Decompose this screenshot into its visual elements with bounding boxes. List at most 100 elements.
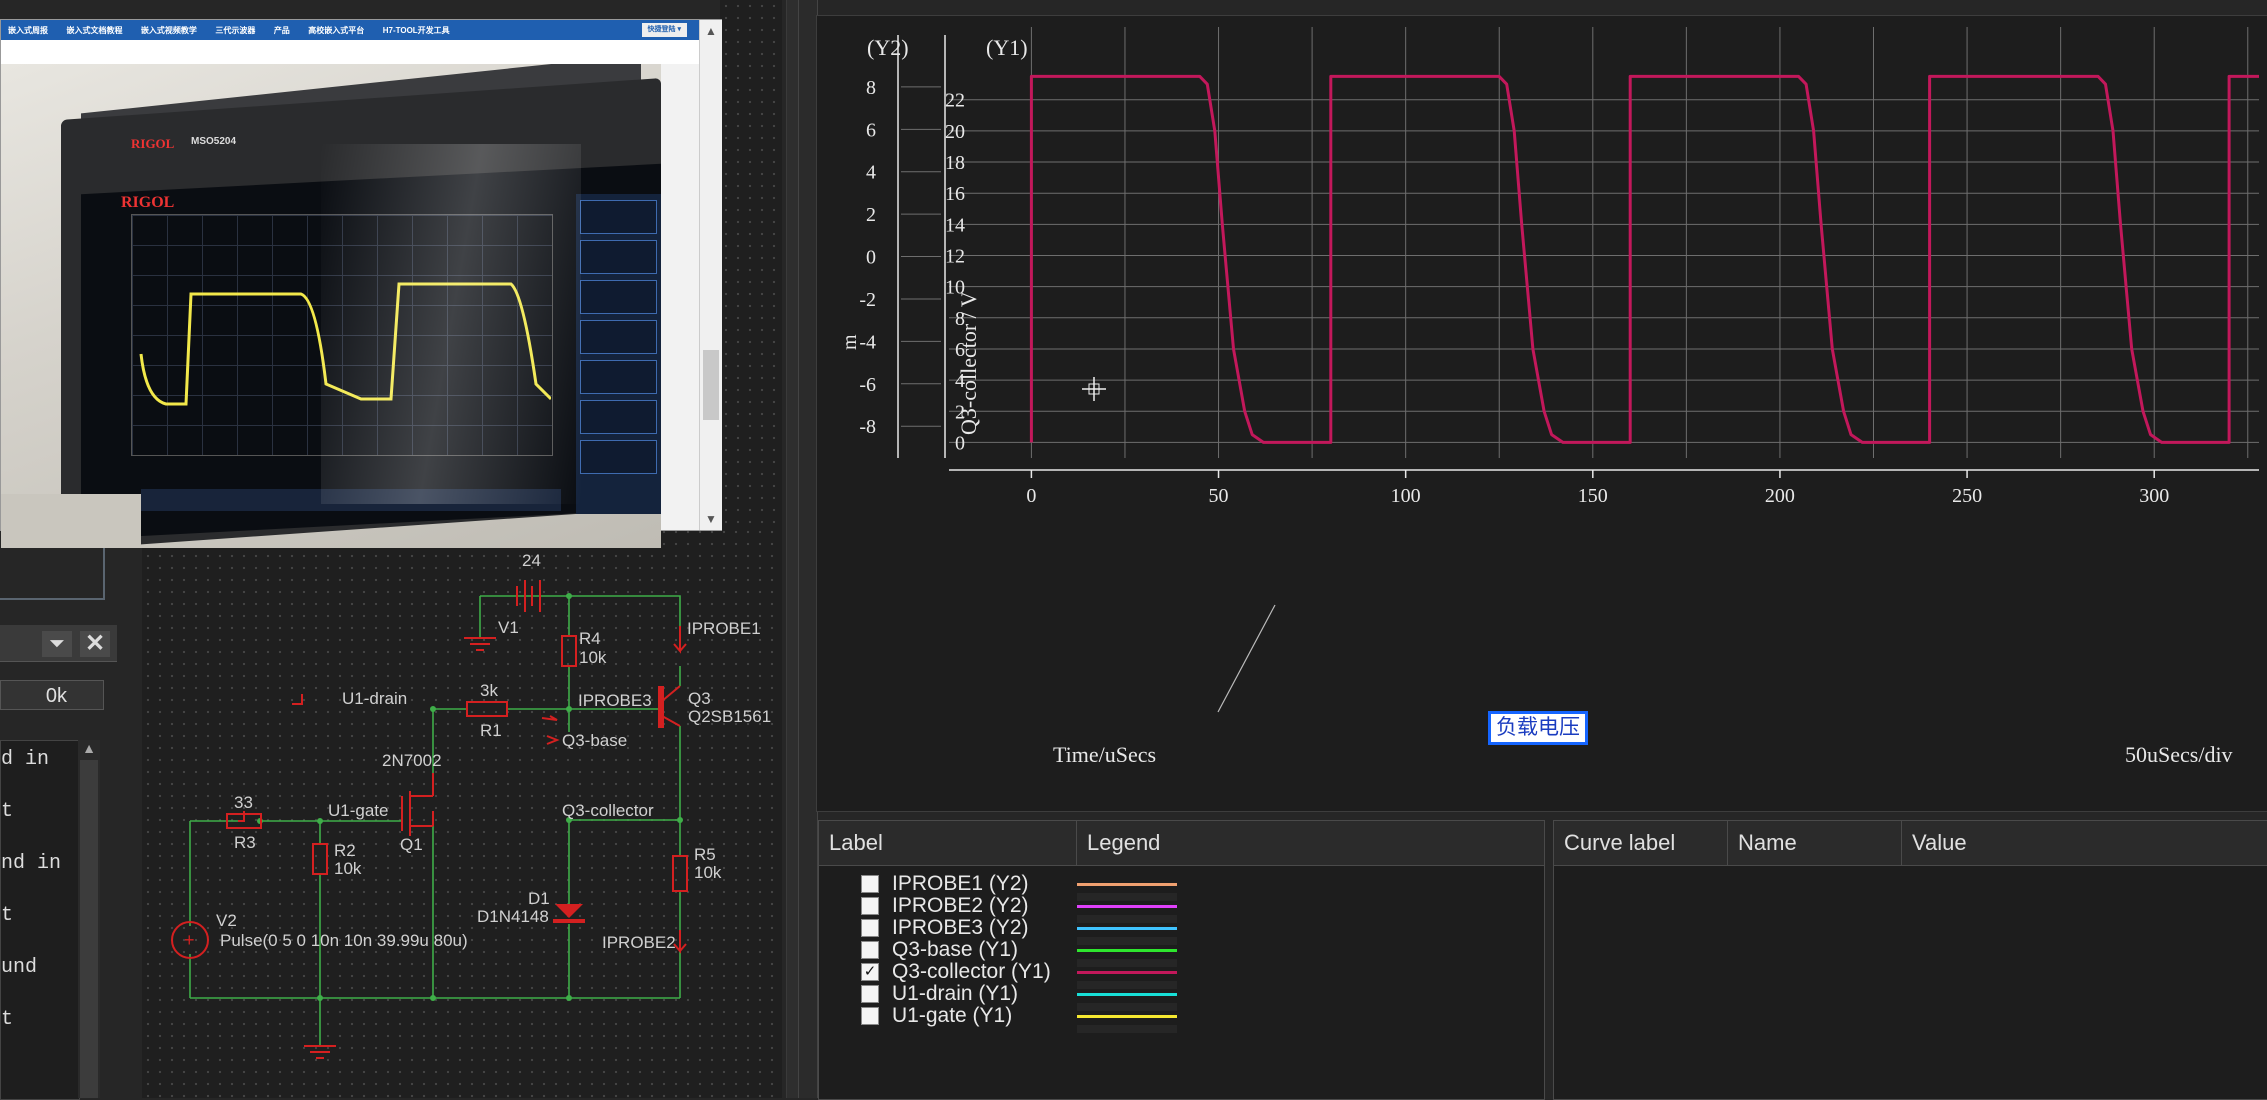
nav-item[interactable]: 产品	[267, 21, 297, 41]
side-text-list[interactable]: nd in rt and in rt ound s rt	[0, 740, 80, 1100]
r3-label: R3	[234, 833, 256, 852]
r1-label: R1	[480, 721, 502, 740]
waveform-chart[interactable]: 0246810121416182022-8-6-4-2024680 50 100 15…	[816, 15, 2267, 810]
nav-item[interactable]: H7-TOOL开发工具	[376, 21, 457, 41]
scroll-up-icon[interactable]: ▲	[700, 24, 722, 38]
chevron-down-icon[interactable]: ⏷	[42, 631, 72, 657]
v1-value-label: 24	[522, 551, 541, 570]
browser-popup[interactable]: 嵌入式周报 嵌入式文档教程 嵌入式视频教学 三代示波器 产品 高校嵌入式平台 H…	[0, 19, 722, 548]
side-text-line: nd in	[1, 748, 50, 771]
schematic-diagram[interactable]: + 24 V1 R4 10k IPROBE1 U1-drain 3k R1 IP…	[142, 526, 782, 1098]
column-header-value[interactable]: Value	[1902, 821, 2267, 865]
v1-label: V1	[498, 618, 519, 637]
side-text-line: rt	[1, 1008, 14, 1031]
schematic-background-upper	[720, 0, 782, 526]
v2-value-label: Pulse(0 5 0 10n 10n 39.99u 80u)	[220, 931, 468, 950]
scroll-down-icon[interactable]: ▼	[700, 512, 722, 526]
q3-label: Q3	[688, 689, 711, 708]
side-text-line: and in	[1, 852, 62, 875]
column-header-name[interactable]: Name	[1728, 821, 1902, 865]
y2-tick-label: -2	[859, 289, 876, 311]
load-voltage-annotation[interactable]: 负载电压	[1488, 711, 1588, 745]
r5-label: R5	[694, 845, 716, 864]
legend-color-swatch	[1077, 927, 1177, 930]
y2-tick-label: 6	[866, 119, 876, 141]
side-value-field[interactable]: 0k	[0, 680, 104, 710]
x-tick-label: 100	[1391, 485, 1421, 507]
y2-tick-label: -4	[859, 331, 876, 353]
x-tick-label: 250	[1952, 485, 1982, 507]
legend-color-swatch	[1077, 1015, 1177, 1018]
y1-axis-title: Q3-collector / V	[956, 291, 981, 435]
y2-tick-label: 2	[866, 204, 876, 226]
nav-item[interactable]: 嵌入式视频教学	[134, 21, 204, 41]
column-header-legend[interactable]: Legend	[1077, 821, 1544, 865]
r4-value-label: 10k	[579, 648, 607, 667]
legend-color-swatch	[1077, 993, 1177, 996]
r2-value-label: 10k	[334, 859, 362, 878]
rigol-logo: RIGOL	[131, 136, 175, 151]
x-tick-label: 200	[1765, 485, 1795, 507]
iprobe3-label: IPROBE3	[578, 691, 652, 710]
y1-tick-label: 22	[945, 90, 965, 112]
d1-label: D1	[528, 889, 550, 908]
legend-rows: IPROBE1 (Y2) IPROBE2 (Y2) IPROBE3 (Y2) Q3-b…	[819, 869, 1544, 1099]
legend-color-swatch	[1077, 971, 1177, 974]
y1-tick-label: 16	[945, 183, 965, 205]
browser-scrollbar[interactable]: ▲ ▼	[699, 20, 722, 530]
column-header-label[interactable]: Label	[819, 821, 1077, 865]
legend-color-swatch	[1077, 949, 1177, 952]
legend-swatch-shadow	[1077, 1025, 1177, 1033]
x-tick-label: 50	[1209, 485, 1229, 507]
nav-item[interactable]: 嵌入式周报	[1, 21, 55, 41]
q1-model-label: 2N7002	[382, 751, 442, 770]
nav-item[interactable]: 三代示波器	[208, 21, 262, 41]
oscilloscope-photo: RIGOL MSO5204 RIGOL	[1, 64, 661, 548]
r1-value-label: 3k	[480, 681, 498, 700]
curve-values-table: Curve label Name Value	[1553, 820, 2267, 1100]
scope-model-label: MSO5204	[191, 136, 237, 147]
y2-tick-label: 8	[866, 77, 876, 99]
y2-tick-label: 0	[866, 247, 876, 269]
nav-item[interactable]: 高校嵌入式平台	[301, 21, 371, 41]
side-text-line: rt	[1, 904, 14, 927]
iprobe1-label: IPROBE1	[687, 619, 761, 638]
v2-label: V2	[216, 911, 237, 930]
scroll-up-icon[interactable]: ▲	[78, 740, 100, 756]
right-vertical-splitter[interactable]	[798, 0, 818, 1098]
q3-collector-label: Q3-collector	[562, 801, 654, 820]
y1-axis-header: (Y1)	[986, 35, 1028, 60]
login-button[interactable]: 快捷登陆 ▾	[641, 23, 687, 37]
photo-glare	[321, 144, 581, 504]
column-header-curve-label[interactable]: Curve label	[1554, 821, 1728, 865]
side-scrollbar[interactable]: ▲	[78, 740, 100, 1098]
d1-model-label: D1N4148	[477, 907, 549, 926]
x-tick-label: 0	[1026, 485, 1036, 507]
close-icon[interactable]: ✕	[80, 631, 110, 657]
y1-tick-label: 20	[945, 121, 965, 143]
legend-checkbox[interactable]	[861, 1007, 879, 1025]
side-text-line: ound	[1, 956, 38, 979]
y1-tick-label: 18	[945, 152, 965, 174]
nav-item[interactable]: 嵌入式文档教程	[59, 21, 129, 41]
q3-base-label: Q3-base	[562, 731, 627, 750]
u1-gate-label: U1-gate	[328, 801, 388, 820]
y2-tick-label: -8	[859, 416, 876, 438]
legend-row[interactable]: U1-gate (Y1)	[819, 1001, 1544, 1033]
annotation-leader-line	[1217, 604, 1276, 713]
side-text-line: rt	[1, 800, 14, 823]
legend-table: Label Legend IPROBE1 (Y2) IPROBE2 (Y2) IPR…	[818, 820, 1545, 1100]
browser-scrollbar-thumb[interactable]	[703, 350, 719, 420]
y2-unit-label: m	[839, 334, 861, 350]
browser-subheader	[1, 40, 699, 64]
svg-text:+: +	[184, 930, 195, 950]
x-scale-label: 50uSecs/div	[2125, 742, 2233, 767]
side-scrollbar-thumb[interactable]	[80, 760, 98, 1098]
x-axis-title: Time/uSecs	[1053, 742, 1156, 767]
r3-value-label: 33	[234, 793, 253, 812]
curve-table-header: Curve label Name Value	[1554, 821, 2267, 866]
y1-tick-label: 14	[945, 214, 965, 236]
r2-label: R2	[334, 841, 356, 860]
chart-grid	[901, 27, 2259, 458]
r5-value-label: 10k	[694, 863, 722, 882]
